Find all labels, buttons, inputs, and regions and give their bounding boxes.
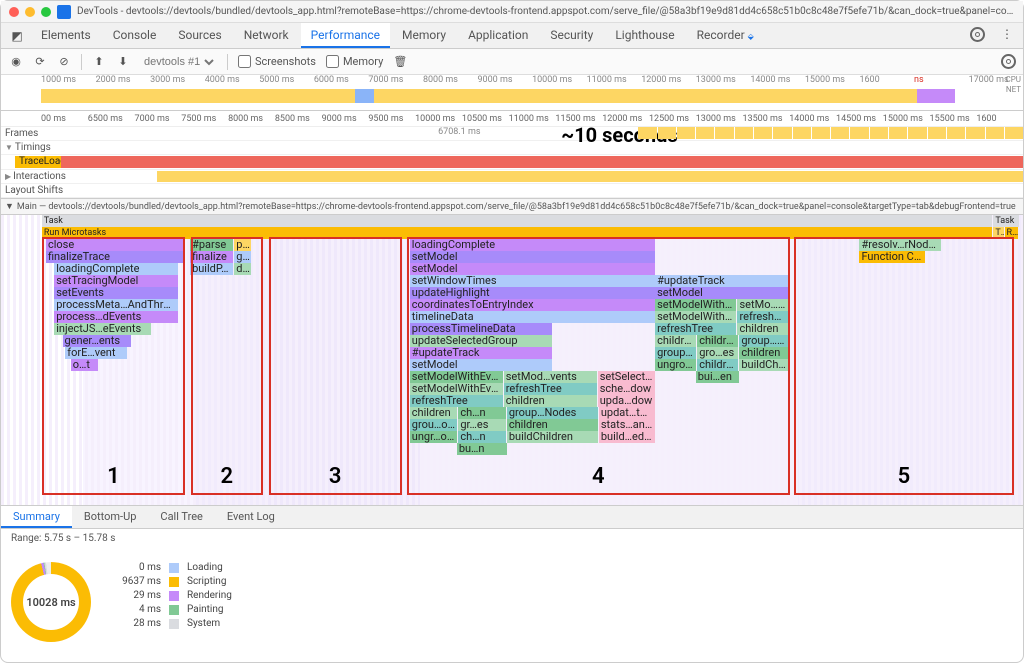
tab-network[interactable]: Network xyxy=(234,23,299,48)
recording-select[interactable]: devtools #1 xyxy=(140,55,217,69)
tab-elements[interactable]: Elements xyxy=(31,23,101,48)
collapse-main-icon[interactable]: ▼ xyxy=(5,201,14,212)
flame-chart[interactable]: TaskTask Run MicrotasksTi…edRu…ks close … xyxy=(1,215,1023,505)
tab-event-log[interactable]: Event Log xyxy=(215,506,287,528)
tab-console[interactable]: Console xyxy=(103,23,167,48)
upload-icon[interactable]: ⬆ xyxy=(92,55,106,68)
expand-icon[interactable]: ▶ xyxy=(5,172,11,181)
reload-record-icon[interactable]: ⟳ xyxy=(33,55,47,68)
record-icon[interactable]: ◉ xyxy=(9,55,23,68)
more-icon[interactable]: ⋮ xyxy=(995,23,1019,48)
devtools-icon xyxy=(57,5,71,19)
flame-task[interactable]: Task xyxy=(42,215,992,227)
traffic-lights[interactable] xyxy=(9,7,51,17)
performance-toolbar: ◉ ⟳ ⊘ ⬆ ⬇ devtools #1 Screenshots Memory… xyxy=(1,49,1023,75)
window-titlebar: DevTools - devtools://devtools/bundled/d… xyxy=(1,1,1023,23)
center-time-marker: 6708.1 ms xyxy=(388,127,480,137)
window-title: DevTools - devtools://devtools/bundled/d… xyxy=(77,6,1015,17)
summary-donut: 10028 ms xyxy=(11,562,91,642)
range-text: Range: 5.75 s – 15.78 s xyxy=(1,529,1023,548)
panel-tabs: ◩ Elements Console Sources Network Perfo… xyxy=(1,23,1023,49)
tab-recorder[interactable]: Recorder ⬙ xyxy=(687,23,764,48)
traceload-row[interactable]: TraceLoad xyxy=(1,155,1023,170)
maximize-window-icon[interactable] xyxy=(41,7,51,17)
overview-ruler: 1000 ms2000 ms3000 ms 4000 ms5000 ms6000… xyxy=(1,75,1023,87)
interactions-track[interactable]: ▶Interactions xyxy=(1,170,1023,184)
download-icon[interactable]: ⬇ xyxy=(116,55,130,68)
tab-memory[interactable]: Memory xyxy=(392,23,456,48)
tab-sources[interactable]: Sources xyxy=(168,23,231,48)
flame-microtasks[interactable]: Run Microtasks xyxy=(42,227,992,239)
settings-gear-icon[interactable] xyxy=(962,23,993,48)
tab-bottom-up[interactable]: Bottom-Up xyxy=(72,506,149,528)
frames-track[interactable]: Frames 6708.1 ms ~10 seconds xyxy=(1,127,1023,141)
capture-settings-gear-icon[interactable] xyxy=(1001,54,1015,69)
tab-summary[interactable]: Summary xyxy=(1,506,72,528)
tab-application[interactable]: Application xyxy=(458,23,538,48)
tab-performance[interactable]: Performance xyxy=(301,23,390,48)
inspect-icon[interactable]: ◩ xyxy=(5,23,29,48)
tab-security[interactable]: Security xyxy=(540,23,603,48)
clear-icon[interactable]: ⊘ xyxy=(57,55,71,68)
layout-shifts-track[interactable]: Layout Shifts xyxy=(1,184,1023,198)
minimize-window-icon[interactable] xyxy=(25,7,35,17)
summary-panel: 10028 ms 0 msLoading 9637 msScripting 29… xyxy=(1,548,1023,648)
tab-lighthouse[interactable]: Lighthouse xyxy=(605,23,684,48)
collapse-icon[interactable]: ▼ xyxy=(5,143,13,152)
trash-icon[interactable]: 🗑 xyxy=(393,55,407,68)
overview-strip[interactable]: 1000 ms2000 ms3000 ms 4000 ms5000 ms6000… xyxy=(1,75,1023,111)
tab-call-tree[interactable]: Call Tree xyxy=(148,506,214,528)
details-tabs: Summary Bottom-Up Call Tree Event Log xyxy=(1,505,1023,529)
main-thread-header[interactable]: ▼ Main — devtools://devtools/bundled/dev… xyxy=(1,198,1023,215)
flame-ruler: 00 ms6500 ms7000 ms 7500 ms8000 ms8500 m… xyxy=(1,111,1023,127)
summary-legend: 0 msLoading 9637 msScripting 29 msRender… xyxy=(111,562,232,629)
close-window-icon[interactable] xyxy=(9,7,19,17)
screenshots-checkbox[interactable]: Screenshots xyxy=(238,55,316,68)
memory-checkbox[interactable]: Memory xyxy=(326,55,383,68)
timings-track[interactable]: ▼Timings xyxy=(1,141,1023,155)
tracks-section: Frames 6708.1 ms ~10 seconds ▼Timings Tr… xyxy=(1,127,1023,198)
